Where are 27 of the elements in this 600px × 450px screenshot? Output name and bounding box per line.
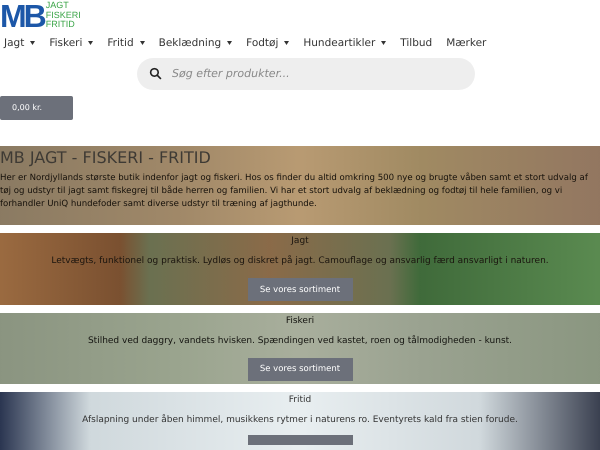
cart-button[interactable]: 0,00 kr.: [0, 96, 73, 120]
search-icon: [149, 67, 162, 80]
nav-link[interactable]: Fiskeri: [49, 36, 94, 49]
category-title: Fiskeri: [286, 316, 314, 326]
nav-link[interactable]: Fodtøj: [246, 36, 290, 49]
category-button[interactable]: Se vores sortiment: [248, 278, 352, 302]
logo-mark: MB: [0, 0, 44, 31]
nav-link[interactable]: Beklædning: [158, 36, 232, 49]
category-title: Fritid: [288, 394, 312, 405]
category-button[interactable]: [248, 434, 352, 445]
nav-link[interactable]: Fritid: [107, 36, 145, 49]
nav-link[interactable]: Hundeartikler: [303, 36, 386, 49]
hero-text: Her er Nordjyllands største butik indenfor jagt og fiskeri. Hos os finder du altid omkring 500 nye og brugte våben samt et stort udvalg af tøj og udstyr til jagt samt fiskegrej til både herren og familien. Vi har et stort udvalg af beklædning og fodtøj til hele familien, og vi forhandler UniQ hundefoder samt diverse udstyr til træning af jagthunde.: [0, 172, 589, 211]
logo-text: FRITID: [46, 20, 76, 30]
category-text: Letvægts, funktionel og praktisk. Lydløs og diskret på jagt. Camouflage og ansvarlig færd ansvarligt i naturen.: [51, 256, 549, 266]
category-text: Stilhed ved daggry, vandets hvisken. Spændingen ved kastet, roen og tålmodigheden - kunst.: [88, 336, 512, 346]
logo-text: FISKERI: [46, 10, 81, 20]
category-title: Jagt: [291, 236, 309, 246]
search-bar[interactable]: Søg efter produkter...: [137, 58, 475, 90]
category-button[interactable]: Se vores sortiment: [248, 358, 352, 381]
hero-title: MB JAGT - FISKERI - FRITID: [0, 146, 212, 168]
nav-link[interactable]: Tilbud: [400, 36, 432, 49]
nav-link[interactable]: Jagt: [4, 36, 36, 49]
logo-text: JAGT: [46, 1, 70, 11]
search-field[interactable]: Søg efter produkter...: [170, 66, 475, 82]
category-text: Afslapning under åben himmel, musikkens rytmer i naturens ro. Eventyrets kald fra stien forude.: [82, 414, 518, 425]
nav-link[interactable]: Mærker: [446, 36, 486, 49]
